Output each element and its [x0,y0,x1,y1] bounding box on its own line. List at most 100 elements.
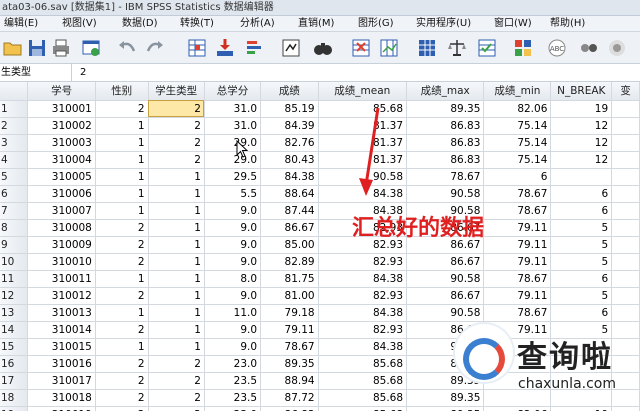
data-cell[interactable]: 2 [95,219,149,237]
data-cell[interactable]: 9.0 [204,338,262,356]
menu-transform[interactable]: 转换(T) [180,16,214,32]
goto-variable-icon[interactable] [214,37,236,59]
data-cell[interactable]: 2 [95,287,149,305]
save-icon[interactable] [26,37,48,59]
data-cell[interactable]: 310017 [27,372,96,390]
data-cell[interactable]: 23.0 [204,355,262,373]
data-cell[interactable]: 85.19 [260,100,319,118]
data-cell[interactable]: 79.11 [483,253,552,271]
data-cell[interactable]: 1 [95,134,149,152]
data-cell[interactable]: 88.64 [260,185,319,203]
data-cell[interactable]: 9.0 [204,287,262,305]
data-cell[interactable]: 2 [95,372,149,390]
data-cell[interactable]: 6 [550,270,613,288]
data-cell[interactable]: 90.58 [406,270,485,288]
column-header[interactable]: 学号 [27,82,96,101]
table-row[interactable]: 10 310010 2 1 9.0 82.89 82.93 86.67 79.11 5 [0,253,640,271]
table-row[interactable]: 2 310002 1 2 31.0 84.39 81.37 86.83 75.14 12 [0,117,640,135]
data-cell[interactable] [611,219,640,237]
data-cell[interactable]: 310015 [27,338,96,356]
data-cell[interactable]: 6 [550,202,613,220]
data-cell[interactable]: 86.67 [260,219,319,237]
data-cell[interactable]: 75.14 [483,134,552,152]
data-cell[interactable]: 310013 [27,304,96,322]
data-cell[interactable]: 2 [95,389,149,407]
data-cell[interactable]: 1 [95,202,149,220]
data-cell[interactable] [611,117,640,135]
data-cell[interactable]: 6 [550,185,613,203]
data-cell[interactable]: 75.14 [483,151,552,169]
data-cell[interactable]: 81.37 [318,151,408,169]
weight-cases-icon[interactable] [446,37,468,59]
table-row[interactable]: 6 310006 1 1 5.5 88.64 84.38 90.58 78.67 6 [0,185,640,203]
data-cell[interactable] [611,270,640,288]
data-cell[interactable]: 1 [148,304,205,322]
data-cell[interactable] [611,253,640,271]
data-cell[interactable]: 2 [95,355,149,373]
data-cell[interactable]: 9.0 [204,219,262,237]
data-cell[interactable]: 81.37 [318,134,408,152]
column-header[interactable]: 成绩_min [483,82,552,101]
data-cell[interactable]: 9.0 [204,321,262,339]
menu-graphs[interactable]: 图形(G) [358,16,394,32]
data-cell[interactable]: 89.35 [260,355,319,373]
data-cell[interactable]: 1 [148,185,205,203]
goto-case-icon[interactable] [186,37,208,59]
data-cell[interactable]: 87.44 [260,202,319,220]
row-number[interactable]: 10 [0,253,29,271]
data-cell[interactable]: 1 [148,168,205,186]
table-row[interactable]: 12 310012 2 1 9.0 81.00 82.93 86.67 79.11 5 [0,287,640,305]
open-folder-icon[interactable] [2,37,24,59]
data-cell[interactable]: 12 [550,117,613,135]
data-cell[interactable]: 85.00 [260,236,319,254]
data-cell[interactable]: 31.0 [204,117,262,135]
data-cell[interactable]: 2 [95,100,149,118]
data-cell[interactable]: 19 [550,100,613,118]
data-cell[interactable]: 79.11 [483,219,552,237]
data-cell[interactable]: 1 [148,287,205,305]
data-cell[interactable]: 85.68 [318,372,408,390]
data-cell[interactable]: 310009 [27,236,96,254]
data-cell[interactable]: 84.38 [318,185,408,203]
data-cell[interactable]: 9.0 [204,236,262,254]
data-cell[interactable] [611,168,640,186]
column-header[interactable]: 成绩_max [406,82,485,101]
table-row[interactable]: 3 310003 1 2 29.0 82.76 81.37 86.83 75.14 12 [0,134,640,152]
data-cell[interactable]: 1 [95,338,149,356]
data-cell[interactable]: 85.68 [318,100,408,118]
data-cell[interactable]: 23.0 [204,406,262,411]
row-number[interactable]: 12 [0,287,29,305]
data-cell[interactable]: 9.0 [204,202,262,220]
data-cell[interactable]: 86.83 [260,406,319,411]
data-cell[interactable]: 86.83 [406,151,485,169]
data-cell[interactable]: 23.5 [204,389,262,407]
dialog-recall-icon[interactable] [80,37,102,59]
data-cell[interactable]: 1 [95,304,149,322]
menu-utilities[interactable]: 实用程序(U) [416,16,471,32]
data-cell[interactable] [611,287,640,305]
data-cell[interactable]: 310019 [27,406,96,411]
data-cell[interactable]: 82.93 [318,287,408,305]
data-cell[interactable]: 79.18 [260,304,319,322]
data-cell[interactable]: 79.11 [483,287,552,305]
row-number[interactable]: 7 [0,202,29,220]
data-cell[interactable]: 79.11 [260,321,319,339]
data-cell[interactable]: 79.11 [483,236,552,254]
row-number[interactable]: 5 [0,168,29,186]
column-header[interactable]: 成绩 [260,82,319,101]
row-number[interactable]: 19 [0,406,29,411]
data-cell[interactable]: 84.38 [260,168,319,186]
show-all-icon[interactable] [578,37,600,59]
column-header[interactable]: 变 [611,82,640,101]
data-cell[interactable]: 82.06 [483,100,552,118]
data-cell[interactable]: 78.67 [483,270,552,288]
column-header[interactable]: 成绩_mean [318,82,408,101]
data-cell[interactable]: 5 [550,253,613,271]
table-row[interactable]: 7 310007 1 1 9.0 87.44 84.38 90.58 78.67 6 [0,202,640,220]
data-cell[interactable]: 310007 [27,202,96,220]
data-cell[interactable]: 310011 [27,270,96,288]
cell-value-input[interactable]: 2 [80,64,86,81]
row-number[interactable]: 9 [0,236,29,254]
data-cell[interactable]: 9.0 [204,253,262,271]
data-cell[interactable]: 2 [148,117,205,135]
